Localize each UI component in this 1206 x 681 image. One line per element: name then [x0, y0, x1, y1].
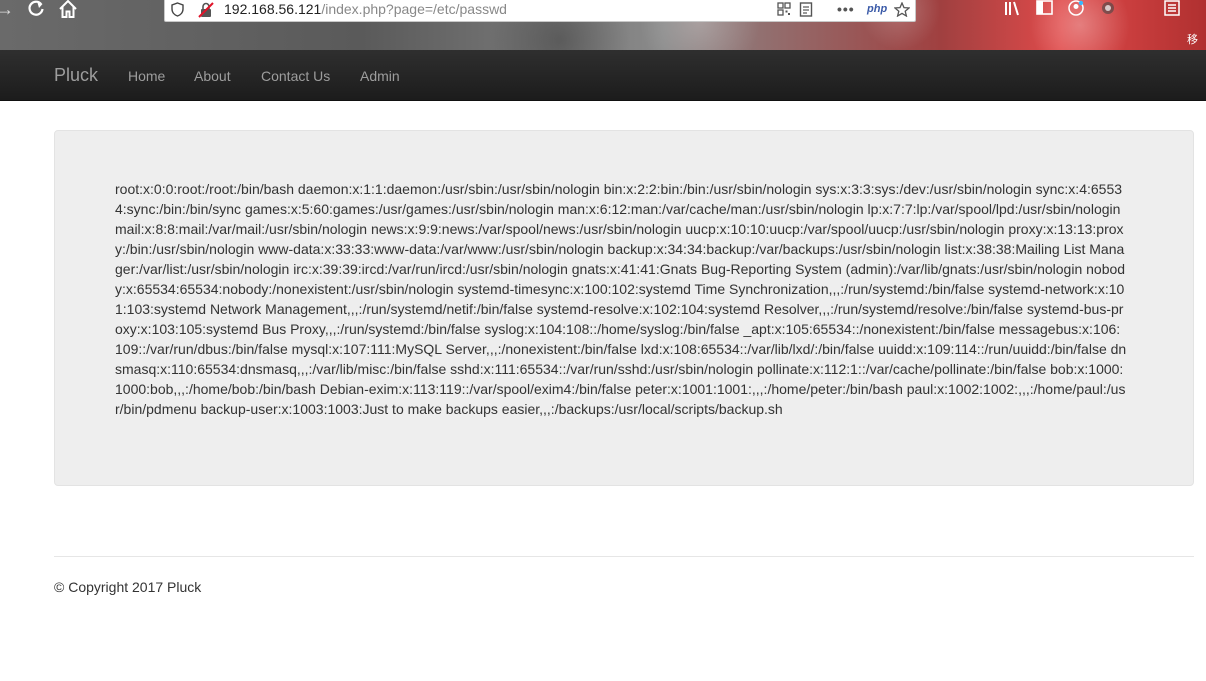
reload-icon[interactable]	[25, 0, 47, 20]
nav-link-home[interactable]: Home	[128, 68, 165, 84]
extension-icon[interactable]	[1100, 0, 1116, 20]
content-well: root:x:0:0:root:/root:/bin/bash daemon:x…	[54, 130, 1194, 486]
url-host: 192.168.56.121	[224, 1, 322, 17]
bookmark-star-icon[interactable]	[893, 1, 911, 19]
nav-link-about[interactable]: About	[194, 68, 231, 84]
nav-link-admin[interactable]: Admin	[360, 68, 400, 84]
menu-icon[interactable]	[1164, 0, 1180, 20]
library-icon[interactable]	[1004, 0, 1022, 20]
site-navbar: Pluck Home About Contact Us Admin	[0, 50, 1206, 101]
qr-code-icon[interactable]	[777, 2, 791, 18]
corner-label: 移动	[1187, 34, 1198, 46]
url-path: /index.php?page=/etc/passwd	[321, 1, 507, 17]
page-content-text: root:x:0:0:root:/root:/bin/bash daemon:x…	[115, 181, 1127, 417]
brand-logo[interactable]: Pluck	[54, 65, 98, 86]
sidebar-icon[interactable]	[1036, 0, 1054, 20]
more-options-icon[interactable]: •••	[837, 2, 855, 16]
shield-icon[interactable]	[171, 2, 184, 19]
browser-toolbar: → 192.168.56.121/index.php?page=/etc/pas…	[0, 0, 1206, 50]
footer-copyright: © Copyright 2017 Pluck	[54, 579, 202, 595]
reader-view-icon[interactable]	[799, 2, 813, 19]
php-extension-badge[interactable]: php	[867, 2, 887, 16]
url-bar[interactable]: 192.168.56.121/index.php?page=/etc/passw…	[164, 0, 916, 22]
footer-divider	[54, 556, 1194, 557]
account-icon[interactable]	[1068, 0, 1084, 20]
nav-link-contact-us[interactable]: Contact Us	[261, 68, 330, 84]
url-text[interactable]: 192.168.56.121/index.php?page=/etc/passw…	[224, 1, 507, 17]
back-arrow-icon[interactable]: →	[0, 0, 16, 20]
insecure-lock-icon[interactable]	[198, 2, 214, 20]
home-icon[interactable]	[57, 0, 79, 20]
